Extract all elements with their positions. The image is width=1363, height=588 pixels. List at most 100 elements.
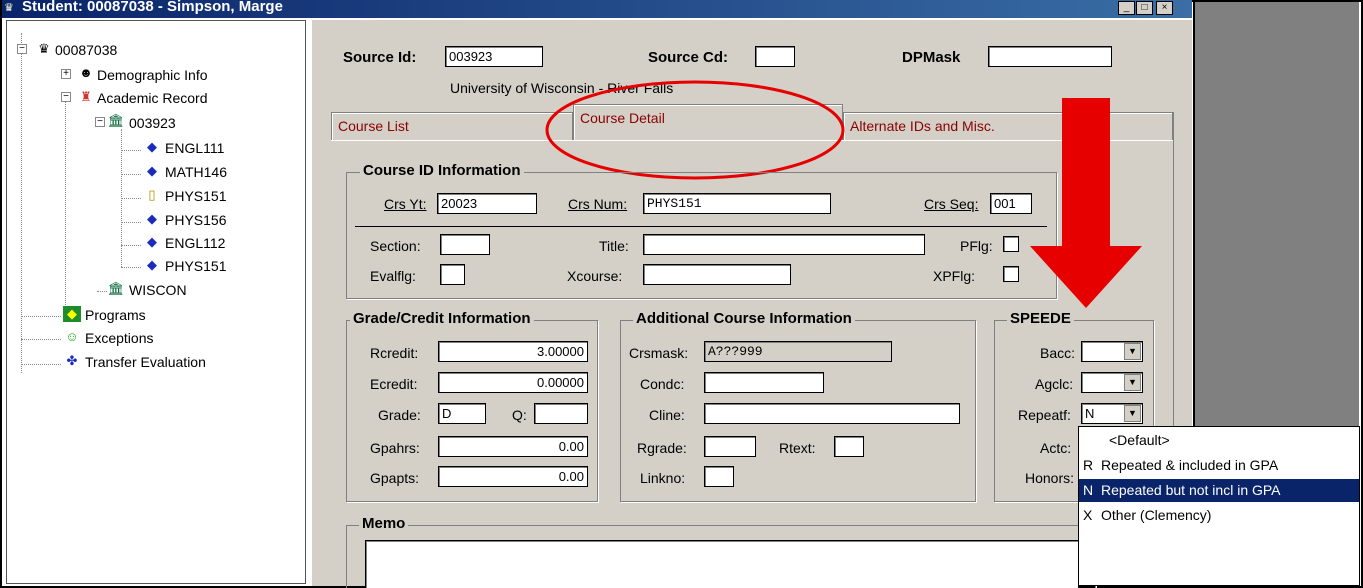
rtext-label: Rtext: [779,440,816,456]
dropdown-option-selected[interactable]: N Repeated but not incl in GPA [1079,479,1359,502]
linkno-label: Linkno: [640,470,686,486]
pflg-checkbox[interactable] [1003,236,1019,252]
repeatf-dropdown-list[interactable]: <Default> R Repeated & included in GPA NR… [1078,426,1360,586]
dropdown-option[interactable]: <Default> [1079,429,1359,452]
close-button[interactable]: × [1156,1,1173,15]
crs-num-field[interactable]: PHYS151 [643,193,831,214]
q-field[interactable] [534,403,588,424]
minimize-button[interactable]: _ [1118,1,1135,15]
open-book-icon: ▯ [148,187,156,202]
section-field[interactable] [440,234,490,255]
source-id-field[interactable]: 003923 [445,46,543,67]
book-icon: ◆ [147,257,157,272]
section-label: Section: [370,238,421,254]
cline-field[interactable] [704,403,960,424]
agclc-label: Agclc: [1035,376,1074,392]
tree-course-selected[interactable]: PHYS151 [165,188,226,204]
evalflg-field[interactable] [440,264,465,285]
condc-field[interactable] [704,372,824,393]
xcourse-field[interactable] [643,264,791,285]
chevron-down-icon[interactable]: ▼ [1124,405,1141,422]
tree-course[interactable]: PHYS151 [165,258,226,274]
source-cd-field[interactable] [755,46,795,67]
person-icon: ☻ [79,65,93,80]
book-icon: ◆ [147,163,157,178]
gpapts-field[interactable]: 0.00 [438,466,588,487]
grade-field[interactable]: D [438,403,486,424]
gpapts-label: Gpapts: [370,470,420,486]
additional-course-title: Additional Course Information [633,310,855,327]
tree-course[interactable]: MATH146 [165,164,227,180]
tree-exceptions[interactable]: Exceptions [85,330,153,346]
crsmask-label: Crsmask: [629,345,689,361]
pflg-label: PFlg: [960,238,993,254]
expand-toggle[interactable]: + [61,69,71,79]
maximize-button[interactable]: □ [1136,1,1153,15]
crsmask-field: A???999 [704,341,892,362]
xpflg-checkbox[interactable] [1003,266,1019,282]
chevron-down-icon[interactable]: ▼ [1124,374,1141,391]
grade-credit-title: Grade/Credit Information [350,310,534,327]
repeatf-select[interactable]: N ▼ [1081,403,1143,424]
source-cd-label: Source Cd: [648,49,729,66]
navigation-tree: − ♛ 00087038 + ☻ Demographic Info − ♜ Ac… [6,20,306,584]
q-label: Q: [512,407,527,423]
crs-num-label: Crs Num: [568,196,628,212]
bacc-select[interactable]: ▼ [1081,341,1143,362]
course-id-title: Course ID Information [360,162,524,179]
title-field[interactable] [643,234,925,255]
xpflg-label: XPFlg: [933,268,976,284]
programs-icon: ◆ [63,306,81,322]
collapse-toggle[interactable]: − [17,44,27,54]
dropdown-option[interactable]: X Other (Clemency) [1079,504,1359,527]
book-icon: ◆ [147,139,157,154]
tree-course[interactable]: ENGL112 [165,235,225,251]
tree-course[interactable]: ENGL111 [165,140,224,156]
cline-label: Cline: [649,407,685,423]
rtext-field[interactable] [834,436,864,457]
memo-title: Memo [359,515,409,532]
crs-seq-label: Crs Seq: [924,196,979,212]
tree-course[interactable]: PHYS156 [165,212,226,228]
gpahrs-field[interactable]: 0.00 [438,436,588,457]
crs-yt-field[interactable]: 20023 [437,193,537,214]
dpmask-field[interactable] [988,46,1112,67]
crs-yt-label: Crs Yt: [384,196,427,212]
tree-source-003923[interactable]: 003923 [129,115,176,131]
memo-textarea[interactable] [365,540,1079,588]
tree-root[interactable]: 00087038 [55,42,117,58]
speede-title: SPEEDE [1007,310,1074,327]
highlight-ellipse [545,80,845,180]
honors-label: Honors: [1025,470,1075,486]
rcredit-field[interactable]: 3.00000 [438,341,588,362]
gpahrs-label: Gpahrs: [370,440,420,456]
collapse-toggle[interactable]: − [61,92,71,102]
tree-transfer-evaluation[interactable]: Transfer Evaluation [85,354,206,370]
student-icon: ♛ [38,41,50,56]
institution-icon: 🏛 [107,281,125,296]
tree-demographic-info[interactable]: Demographic Info [97,67,208,83]
transfer-icon: ✤ [66,353,78,368]
title-bar[interactable]: Student: 00087038 - Simpson, Marge [2,0,1192,18]
crs-seq-field[interactable]: 001 [990,193,1032,214]
grade-label: Grade: [378,407,421,423]
tree-wiscon[interactable]: WISCON [129,282,187,298]
graduate-icon: ♜ [80,89,92,104]
bacc-label: Bacc: [1040,345,1076,361]
tree-programs[interactable]: Programs [85,307,146,323]
chevron-down-icon[interactable]: ▼ [1124,343,1141,360]
linkno-field[interactable] [704,466,734,487]
rgrade-field[interactable] [704,436,756,457]
ecredit-field[interactable]: 0.00000 [438,372,588,393]
collapse-toggle[interactable]: − [95,117,105,127]
agclc-select[interactable]: ▼ [1081,372,1143,393]
tab-course-list[interactable]: Course List [331,112,573,140]
repeatf-value: N [1085,406,1095,421]
dpmask-label: DPMask [902,49,961,66]
book-icon: ◆ [147,211,157,226]
book-icon: ◆ [147,234,157,249]
dropdown-option[interactable]: R Repeated & included in GPA [1079,454,1359,477]
rgrade-label: Rgrade: [637,440,687,456]
tree-academic-record[interactable]: Academic Record [97,90,208,106]
window-title: Student: 00087038 - Simpson, Marge [22,0,283,15]
